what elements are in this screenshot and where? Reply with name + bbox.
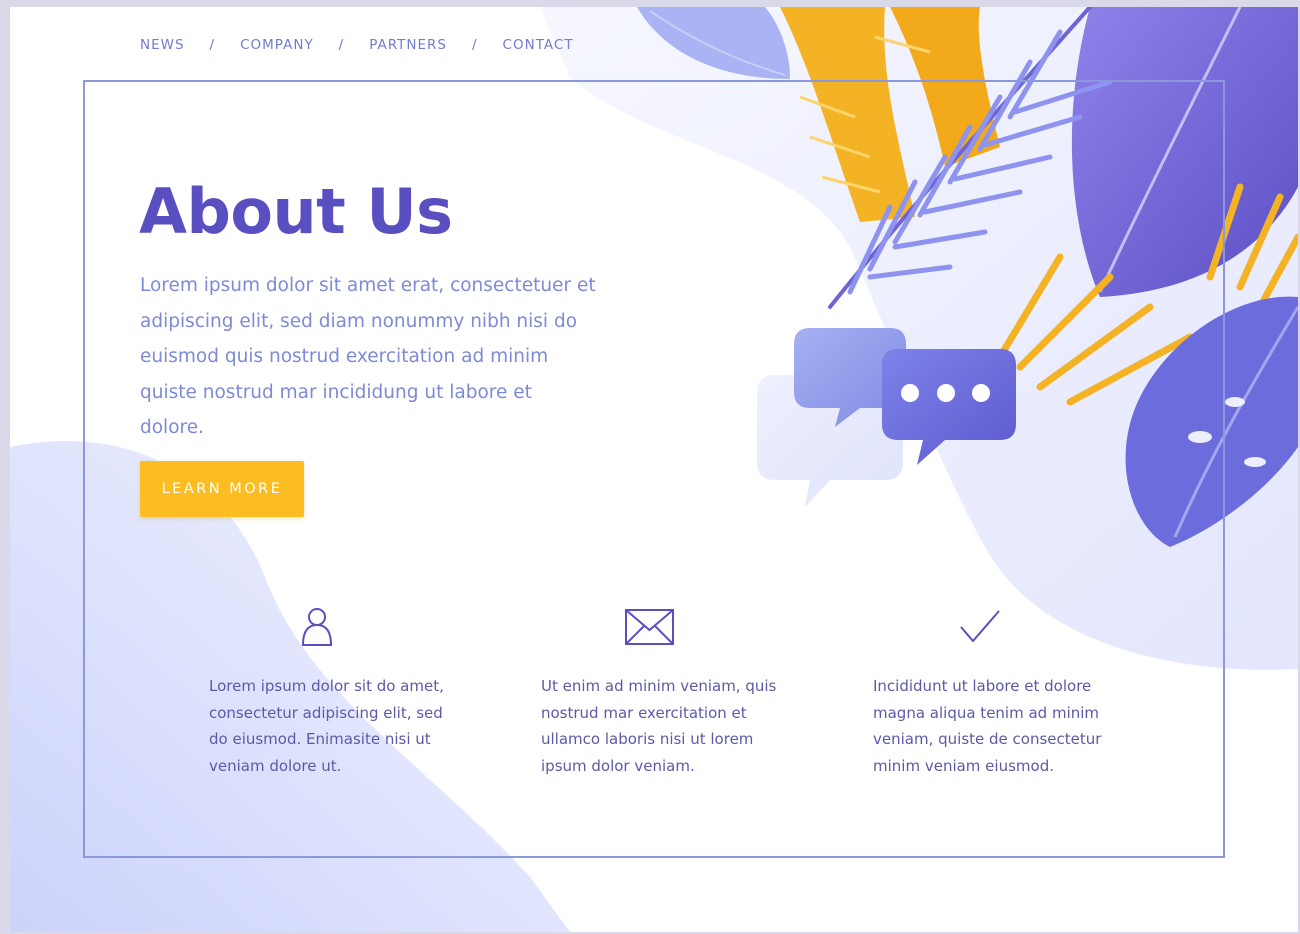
user-icon <box>301 608 333 646</box>
feature-user: Lorem ipsum dolor sit do amet, consectet… <box>209 603 459 779</box>
nav-link-company[interactable]: COMPANY <box>240 37 314 53</box>
envelope-icon <box>625 609 674 645</box>
nav-separator: / <box>338 37 345 53</box>
intro-paragraph: Lorem ipsum dolor sit amet erat, consect… <box>140 275 596 438</box>
nav-link-news[interactable]: NEWS <box>140 37 185 53</box>
feature-text-user: Lorem ipsum dolor sit do amet, consectet… <box>209 677 444 775</box>
feature-text-check: Incididunt ut labore et dolore magna ali… <box>873 677 1102 775</box>
nav-link-partners[interactable]: PARTNERS <box>369 37 447 53</box>
nav-separator: / <box>471 37 478 53</box>
nav-link-contact[interactable]: CONTACT <box>503 37 574 53</box>
top-navigation: NEWS / COMPANY / PARTNERS / CONTACT <box>140 37 574 53</box>
page-title: About Us <box>139 175 453 248</box>
page: NEWS / COMPANY / PARTNERS / CONTACT Abou… <box>10 7 1298 932</box>
feature-check: Incididunt ut labore et dolore magna ali… <box>873 603 1123 779</box>
learn-more-button[interactable]: LEARN MORE <box>140 461 304 517</box>
feature-mail: Ut enim ad minim veniam, quis nostrud ma… <box>541 603 791 779</box>
feature-text-mail: Ut enim ad minim veniam, quis nostrud ma… <box>541 677 777 775</box>
nav-separator: / <box>209 37 216 53</box>
checkmark-icon <box>960 610 1000 643</box>
